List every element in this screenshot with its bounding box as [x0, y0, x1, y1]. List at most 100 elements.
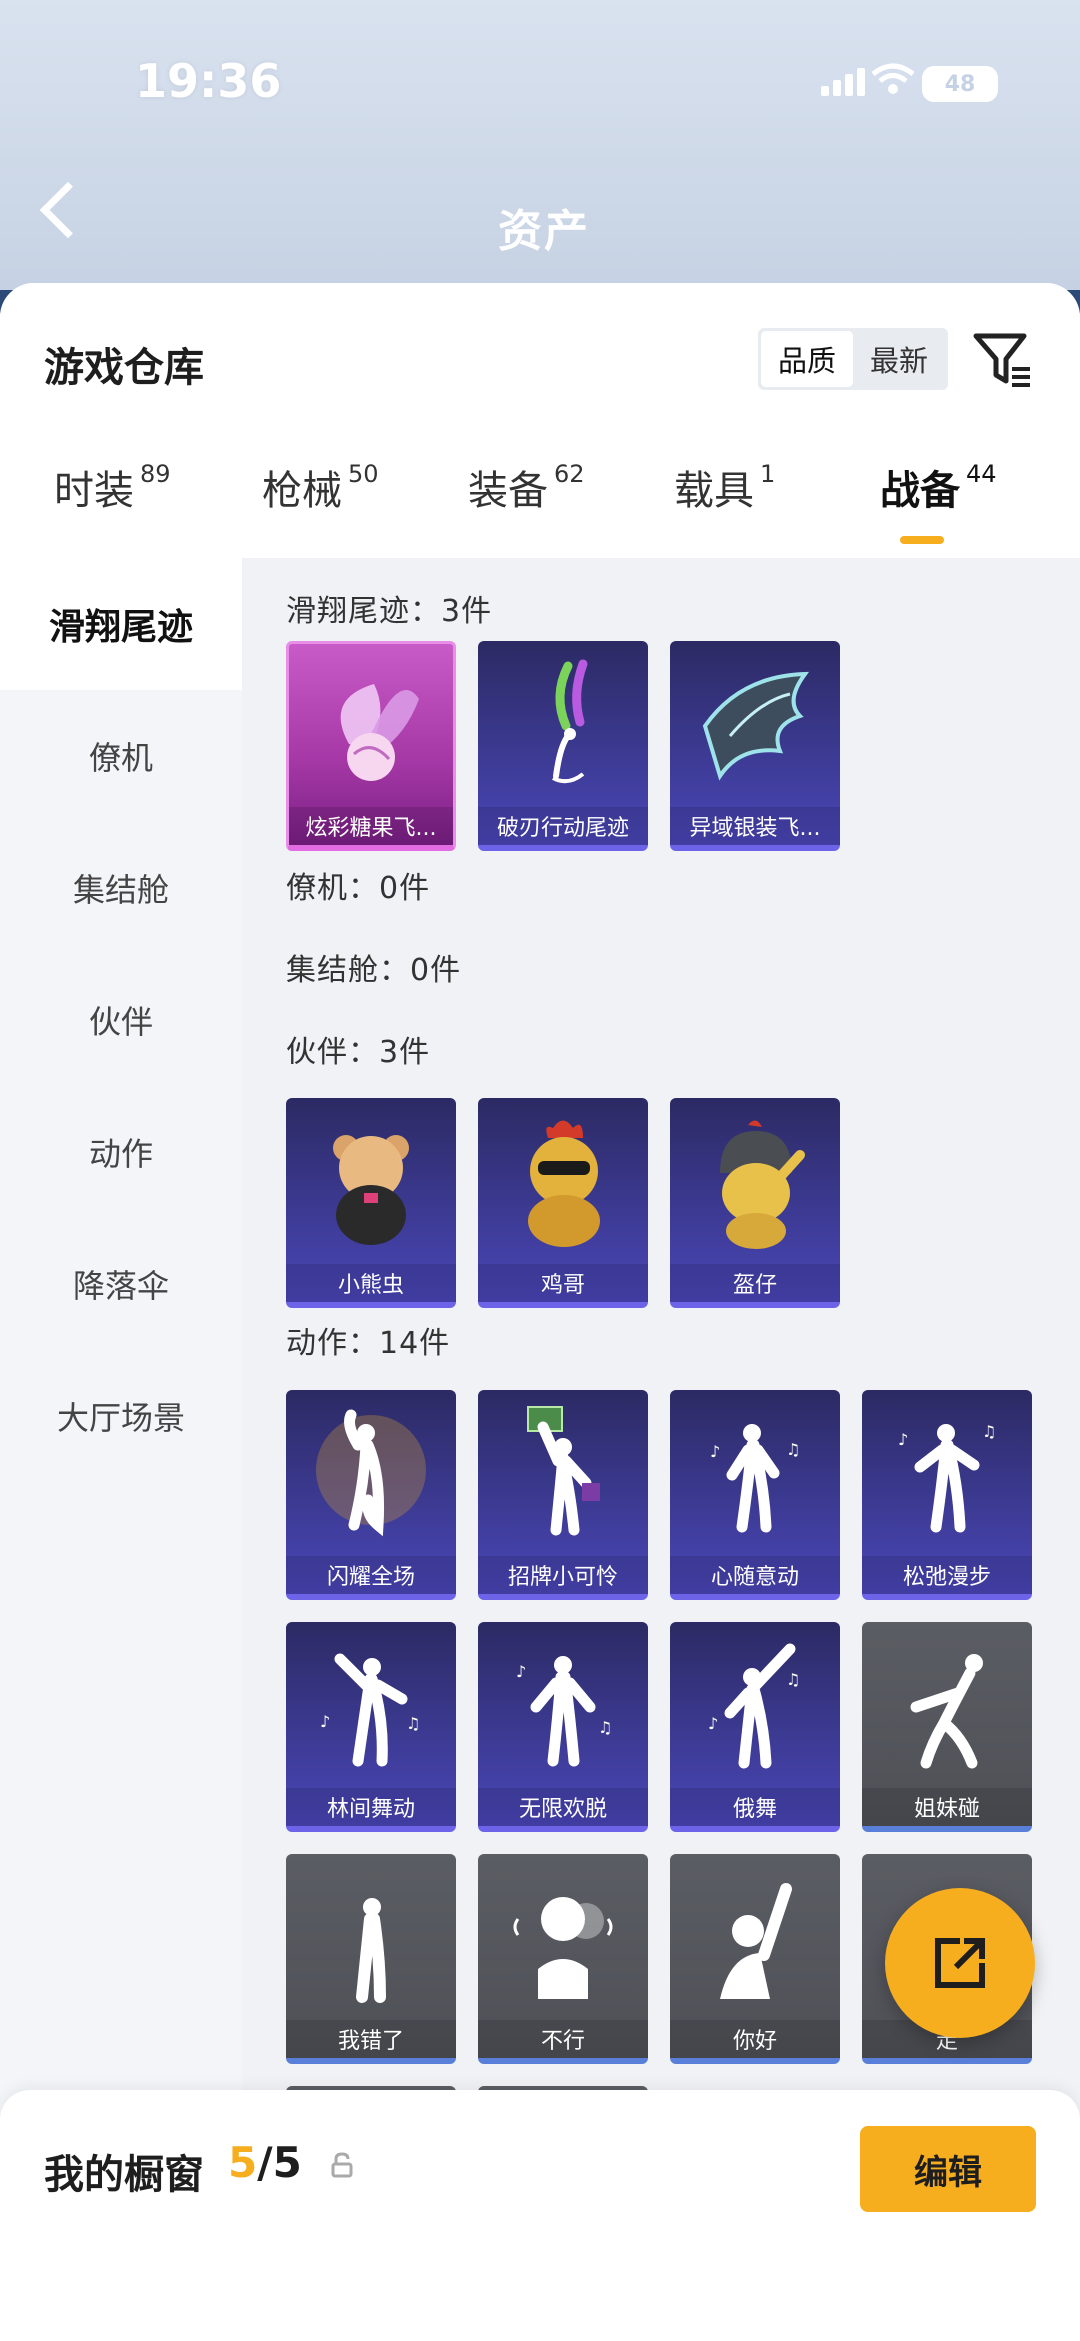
back-arrow-icon[interactable]	[39, 181, 97, 239]
item-card[interactable]: ♪ ♫ 俄舞	[670, 1622, 840, 1832]
tab-label: 枪械	[262, 468, 342, 514]
item-card[interactable]: ♪ ♫ 无限欢脱	[478, 1622, 648, 1832]
section-title-partner: 伙伴：3件	[286, 1035, 431, 1070]
item-card[interactable]: 招牌小可怜	[478, 1390, 648, 1600]
filter-icon[interactable]	[972, 331, 1034, 389]
top-nav: 资产	[39, 100, 1040, 270]
tab-fashion[interactable]: 时装 89	[54, 458, 171, 516]
item-card[interactable]: 小熊虫	[286, 1098, 456, 1308]
item-card[interactable]: 闪耀全场	[286, 1390, 456, 1600]
screen: 19:36 48 资产 游戏仓库 品质 最新 时装 89 枪械 50 装备 62…	[0, 0, 1080, 2341]
bear-icon	[333, 1135, 409, 1245]
showcase-total: /5	[257, 2138, 302, 2187]
svg-text:♪: ♪	[708, 1714, 718, 1733]
sidebar-item-partner[interactable]: 伙伴	[0, 954, 242, 1086]
item-name: 鸡哥	[478, 1264, 648, 1302]
svg-text:♫: ♫	[406, 1714, 420, 1733]
dancer-icon: ♪♫	[898, 1422, 996, 1533]
sort-toggle: 品质 最新	[758, 328, 948, 390]
sort-newest-button[interactable]: 最新	[853, 331, 945, 387]
section-title-wingman: 僚机：0件	[286, 871, 431, 906]
category-tabs: 时装 89 枪械 50 装备 62 载具 1 战备 44	[0, 458, 1080, 538]
share-icon	[935, 1938, 985, 1988]
helmet-chick-icon	[720, 1120, 805, 1249]
tab-label: 装备	[468, 468, 548, 514]
item-card[interactable]: 姐妹碰	[862, 1622, 1032, 1832]
tab-combat-prep[interactable]: 战备 44	[880, 458, 997, 516]
tab-active-indicator	[900, 536, 944, 544]
tab-vehicle[interactable]: 载具 1	[674, 458, 775, 516]
section-title-pod: 集结舱：0件	[286, 953, 462, 988]
item-name: 俄舞	[670, 1788, 840, 1826]
item-name: 破刃行动尾迹	[478, 807, 648, 845]
showcase-current: 5	[228, 2138, 258, 2187]
item-card[interactable]: 鸡哥	[478, 1098, 648, 1308]
sheet-header: 游戏仓库 品质 最新 时装 89 枪械 50 装备 62 载具 1 战备 44	[0, 283, 1080, 558]
item-card[interactable]: 破刃行动尾迹	[478, 641, 648, 851]
item-card[interactable]: 异域银装飞...	[670, 641, 840, 851]
svg-text:♫: ♫	[598, 1718, 612, 1737]
tab-count: 44	[966, 459, 997, 488]
share-button[interactable]	[885, 1888, 1035, 2038]
dancer-icon	[316, 1409, 426, 1537]
svg-text:♪: ♪	[898, 1430, 908, 1449]
item-name: 盔仔	[670, 1264, 840, 1302]
item-card[interactable]: ♪ ♫ 松弛漫步	[862, 1390, 1032, 1600]
sidebar: 滑翔尾迹 僚机 集结舱 伙伴 动作 降落伞 大厅场景	[0, 558, 242, 2118]
sign-holder-icon	[527, 1406, 600, 1536]
item-name: 炫彩糖果飞...	[289, 807, 453, 845]
tab-guns[interactable]: 枪械 50	[262, 458, 379, 516]
svg-text:♪: ♪	[320, 1712, 330, 1731]
dancer-icon: ♪♫	[710, 1424, 800, 1533]
battery-indicator: 48	[922, 66, 998, 102]
candy-wings-icon	[340, 684, 419, 781]
item-name: 松弛漫步	[862, 1556, 1032, 1594]
section-title-emote: 动作：14件	[286, 1326, 451, 1361]
tab-count: 50	[348, 459, 379, 488]
sort-quality-button[interactable]: 品质	[761, 331, 853, 387]
svg-text:♫: ♫	[982, 1422, 996, 1441]
item-card[interactable]: 你好	[670, 1854, 840, 2064]
chicken-icon	[528, 1120, 600, 1247]
item-name: 我错了	[286, 2020, 456, 2058]
item-card[interactable]: 不行	[478, 1854, 648, 2064]
item-name: 不行	[478, 2020, 648, 2058]
dancer-icon: ♪♫	[516, 1656, 612, 1767]
item-name: 无限欢脱	[478, 1788, 648, 1826]
warehouse-sheet: 游戏仓库 品质 最新 时装 89 枪械 50 装备 62 载具 1 战备 44 滑翔	[0, 283, 1080, 2341]
item-card[interactable]: ♪ ♫ 心随意动	[670, 1390, 840, 1600]
sidebar-item-wingman[interactable]: 僚机	[0, 690, 242, 822]
tab-gear[interactable]: 装备 62	[468, 458, 585, 516]
svg-text:♪: ♪	[516, 1662, 526, 1681]
svg-text:♫: ♫	[786, 1670, 800, 1689]
sidebar-item-lobby-scene[interactable]: 大厅场景	[0, 1350, 242, 1482]
svg-text:♪: ♪	[710, 1442, 720, 1461]
item-name: 姐妹碰	[862, 1788, 1032, 1826]
nav-title: 资产	[498, 206, 590, 257]
item-name: 招牌小可怜	[478, 1556, 648, 1594]
showcase-label: 我的橱窗	[44, 2152, 204, 2198]
edit-button[interactable]: 编辑	[860, 2126, 1036, 2212]
showcase-count: 5/5	[228, 2138, 302, 2187]
head-shake-icon	[513, 1897, 613, 1999]
sidebar-item-emote[interactable]: 动作	[0, 1086, 242, 1218]
item-card[interactable]: 炫彩糖果飞...	[286, 641, 456, 851]
sidebar-item-parachute[interactable]: 降落伞	[0, 1218, 242, 1350]
page-title: 游戏仓库	[44, 345, 204, 391]
tab-count: 62	[554, 459, 585, 488]
showcase-bar: 我的橱窗 5/5 编辑	[0, 2090, 1080, 2341]
item-grid: 滑翔尾迹：3件 炫彩糖果飞... 破刃行动尾迹 异域银装飞... 僚机：0件 集…	[242, 558, 1080, 2118]
tab-label: 载具	[674, 468, 754, 514]
item-name: 林间舞动	[286, 1788, 456, 1826]
signal-icon	[821, 68, 865, 96]
sidebar-item-glide-trail[interactable]: 滑翔尾迹	[0, 558, 242, 690]
wifi-icon	[871, 63, 915, 94]
item-name: 异域银装飞...	[670, 807, 840, 845]
item-card[interactable]: ♪ ♫ 林间舞动	[286, 1622, 456, 1832]
blade-trail-icon	[552, 659, 588, 784]
lock-icon	[331, 2152, 353, 2178]
sidebar-item-pod[interactable]: 集结舱	[0, 822, 242, 954]
item-card[interactable]: 盔仔	[670, 1098, 840, 1308]
item-name: 闪耀全场	[286, 1556, 456, 1594]
item-card[interactable]: 我错了	[286, 1854, 456, 2064]
